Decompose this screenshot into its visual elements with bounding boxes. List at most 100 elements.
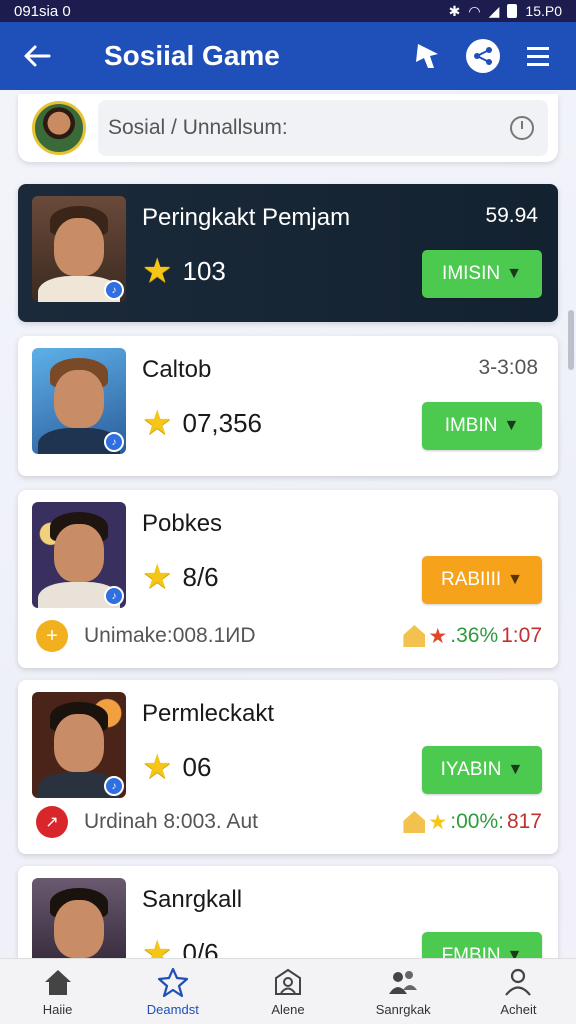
signal-icon: ◢ [488,2,500,19]
join-button[interactable]: FMBIN ▼ [422,932,542,958]
leaderboard-content[interactable]: Sosial / Unnallsum: ♪ Peringkakt Pemjam … [0,90,576,958]
back-button[interactable] [10,22,64,90]
stat-value: 817 [506,810,542,833]
nav-item-account[interactable]: Acheit [461,959,576,1024]
plus-coin-icon: + [36,620,68,652]
card-footer: ↗ Urdinah 8:003. Aut ★ :00%: 817 [36,804,542,840]
join-button-label: FMBIN [441,945,501,958]
stat-time: 1:07 [501,624,542,647]
battery-icon [507,4,518,18]
score-row: ★ 06 [142,750,211,784]
search-input[interactable]: Sosial / Unnallsum: [98,100,548,156]
star-icon: ★ [142,404,173,442]
home-icon [44,970,71,995]
score-row: ★ 8/6 [142,560,219,594]
nav-label: Acheit [500,1002,537,1017]
chevron-down-icon: ▼ [503,417,520,434]
player-score: 103 [182,255,226,286]
chevron-down-icon: ▼ [507,571,524,588]
footer-text: Urdinah 8:003. Aut [84,810,258,833]
status-bar: 091sia 0 ✱ ◠ ◢ 15.P0 [0,0,576,22]
join-button[interactable]: RABIIII ▼ [422,556,542,604]
list-item[interactable]: ♪ Pobkes ★ 8/6 RABIIII ▼ + Unimake:008.1… [18,490,558,668]
search-card: Sosial / Unnallsum: [18,94,558,162]
search-placeholder: Sosial / Unnallsum: [108,116,288,139]
footer-stats: ★ .36% 1:07 [403,624,542,649]
player-name: Peringkakt Pemjam [142,204,351,231]
nav-label: Haiie [42,1002,73,1017]
star-icon [157,967,188,998]
card-footer: + Unimake:008.1ИD ★ .36% 1:07 [36,618,542,654]
profile-card-icon [275,968,301,995]
join-button-label: IYABIN [440,759,502,780]
nav-label: Alene [271,1002,305,1017]
player-score: 0/6 [182,937,219,959]
bluetooth-icon: ✱ [448,2,461,19]
verified-badge-icon: ♪ [104,776,124,796]
status-left-text: 091sia 0 [14,2,71,20]
nav-item-group[interactable]: Sanrgkak [346,959,461,1024]
arrow-left-icon [24,45,51,67]
score-row: ★ 0/6 [142,936,219,958]
verified-badge-icon: ♪ [104,586,124,606]
star-icon: ★ [428,624,448,648]
player-avatar: ♪ [32,692,126,798]
player-time: 3-3:08 [478,356,538,379]
group-icon [389,971,418,994]
pin-button[interactable] [408,36,448,76]
join-button-label: RABIIII [440,569,502,590]
scrollbar[interactable] [568,310,574,370]
player-name: Caltob [142,356,212,383]
player-time: 59.94 [485,204,538,227]
join-button[interactable]: IMISIN ▼ [422,250,542,298]
score-row: ★ 07,356 [142,406,262,440]
player-name: Sanrgkall [142,886,243,913]
player-avatar: ♪ [32,502,126,608]
star-icon: ★ [428,810,448,834]
list-item[interactable]: ♪ Peringkakt Pemjam ★ 103 59.94 IMISIN ▼ [18,184,558,322]
player-name: Pobkes [142,510,223,537]
chevron-down-icon: ▼ [506,265,522,282]
wifi-icon: ◠ [468,2,481,19]
house-icon [403,811,426,833]
player-avatar: ♪ [32,196,126,302]
nav-item-featured[interactable]: Deamdst [115,959,230,1024]
share-button[interactable] [466,39,500,73]
star-icon: ★ [142,934,173,958]
chevron-down-icon: ▼ [506,947,523,958]
join-button[interactable]: IMBIN ▼ [422,402,542,450]
join-button[interactable]: IYABIN ▼ [422,746,542,794]
verified-badge-icon: ♪ [104,432,124,452]
stat-percent: :00%: [450,810,504,833]
player-score: 8/6 [182,561,219,592]
hamburger-menu-icon [527,47,549,66]
player-score: 07,356 [182,407,263,438]
player-avatar [32,878,126,958]
bottom-nav: Haiie Deamdst Alene Sanrgkak Acheit [0,958,576,1024]
star-icon: ★ [142,558,173,596]
nav-item-profile-card[interactable]: Alene [230,959,345,1024]
share-icon [474,47,492,65]
stat-percent: .36% [450,624,499,647]
nav-label: Deamdst [146,1002,199,1017]
status-icons: ✱ ◠ ◢ 15.P0 [449,3,562,20]
chevron-down-icon: ▼ [507,761,524,778]
star-icon: ★ [142,252,173,290]
user-avatar[interactable] [32,101,86,155]
app-bar-actions [408,36,558,76]
list-item[interactable]: ♪ Permleckakt ★ 06 IYABIN ▼ ↗ Urdinah 8:… [18,680,558,854]
menu-button[interactable] [518,36,558,76]
app-title: Sosiial Game [104,40,280,71]
list-item[interactable]: Sanrgkall ★ 0/6 FMBIN ▼ [18,866,558,958]
app-bar: Sosiial Game [0,22,576,90]
footer-text: Unimake:008.1ИD [84,624,256,647]
player-name: Permleckakt [142,700,275,727]
arrow-badge-icon: ↗ [36,806,68,838]
nav-label: Sanrgkak [375,1002,431,1017]
join-button-label: IMISIN [442,263,501,284]
history-icon[interactable] [510,116,534,140]
star-icon: ★ [142,748,173,786]
list-item[interactable]: ♪ Caltob ★ 07,356 3-3:08 IMBIN ▼ [18,336,558,476]
footer-stats: ★ :00%: 817 [403,810,542,835]
nav-item-home[interactable]: Haiie [0,959,115,1024]
